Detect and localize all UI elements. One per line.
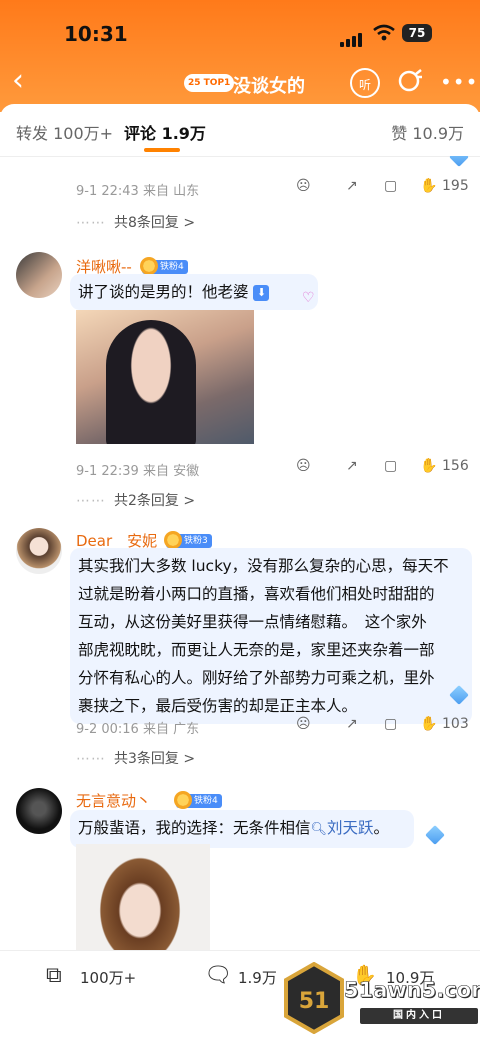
topic-title[interactable]: 没谈女的 [233,72,305,98]
comment-bubble: 万般蜚语，我的选择：无条件相信🔍︎刘天跃。 [70,810,414,848]
search-icon: 🔍︎ [310,822,328,837]
watermark-logo: 51 [284,962,344,1034]
emoji-icon[interactable]: ☹ [296,716,311,732]
badge-diamond-icon [449,156,469,167]
bottom-forward-button[interactable]: ⧉ 100万+ [46,963,166,993]
comment-text: 万般蜚语，我的选择：无条件相信 [78,819,311,837]
fan-badge: 铁粉4 [140,257,188,275]
comment-meta: 9-1 22:43 来自 山东 [76,184,200,199]
photo-subject [94,850,186,950]
comment-text-line: 其实我们大多数 lucky，没有那么复杂的心思，每天不 [78,557,449,575]
comment-meta: 9-1 22:39 来自 安徽 [76,464,200,479]
comment-icon[interactable]: ▢ [384,458,397,474]
status-time: 10:31 [64,22,128,46]
forward-icon[interactable]: ↗ [346,178,358,194]
comment-text-line: 部虎视眈眈，而更让人无奈的是，家里还夹杂着一部 [78,641,435,659]
comment-icon: 🗨︎ [204,963,232,988]
tab-indicator [144,148,180,152]
comment-text: 讲了谈的是男的！他老婆 [78,283,249,301]
watermark-sub: 国内入口 [360,1008,478,1024]
watermark-logo-text: 51 [299,989,330,1014]
mention-link[interactable]: 刘天跃 [327,819,374,837]
replies-link[interactable]: ⋯⋯ 共3条回复 > [76,748,195,768]
like-count: 195 [442,178,469,194]
comment-username[interactable]: 无言意动丶 [76,790,151,811]
fan-badge: 铁粉3 [164,531,212,549]
heart-icon: ♡ [302,290,315,306]
replies-count: 共3条回复 > [114,751,196,767]
avatar[interactable] [16,528,62,574]
nav-bar: ‹ 25 TOP1 没谈女的 听 ••• [0,62,480,104]
comment-list: 9-1 22:43 来自 山东 ☹ ↗ ▢ ✋ 195 ⋯⋯ 共8条回复 > 洋啾… [0,156,480,950]
header: 10:31 75 ‹ 25 TOP1 没谈女的 听 ••• [0,0,480,112]
comment-text-line: 过就是盼着小两口的直播，喜欢看他们相处时甜甜的 [78,585,435,603]
like-icon[interactable]: ✋ [420,178,437,194]
topic-badge: 25 TOP1 [184,74,235,92]
down-arrow-icon: ⬇ [253,284,270,301]
tab-comments[interactable]: 评论 1.9万 [124,120,206,144]
replies-count: 共8条回复 > [114,215,196,231]
comment-image[interactable] [76,310,254,444]
comment-image[interactable] [76,844,210,950]
comment-bubble: 其实我们大多数 lucky，没有那么复杂的心思，每天不 过就是盼着小两口的直播，… [70,548,472,724]
comment-actions: ☹ ↗ ▢ ✋ 103 [296,716,469,738]
battery-icon: 75 [402,24,432,42]
replies-link[interactable]: ⋯⋯ 共2条回复 > [76,490,195,510]
watermark-site: 51awn5.com [344,978,480,1003]
comment-icon[interactable]: ▢ [384,178,397,194]
forward-icon[interactable]: ↗ [346,716,358,732]
signal-icon [340,28,364,47]
bottom-comment-count: 1.9万 [238,969,277,987]
forward-icon: ⧉ [46,963,62,988]
like-icon[interactable]: ✋ [420,458,437,474]
avatar[interactable] [16,252,62,298]
listen-icon[interactable]: 听 [350,68,380,98]
comment-bubble: 讲了谈的是男的！他老婆 ⬇ [70,274,318,310]
like-icon[interactable]: ✋ [420,716,437,732]
bottom-comment-button[interactable]: 🗨︎ 1.9万 [204,963,294,993]
emoji-icon[interactable]: ☹ [296,458,311,474]
comment-text-line: 互动，从这份美好里获得一点情绪慰藉。 这个家外 [78,613,427,631]
forward-icon[interactable]: ↗ [346,458,358,474]
back-icon[interactable]: ‹ [12,66,24,96]
like-count: 156 [442,458,469,474]
avatar[interactable] [16,788,62,834]
tab-likes[interactable]: 赞 10.9万 [391,120,464,144]
watermark: 51 51awn5.com 国内入口 [282,958,480,1042]
share-icon[interactable] [396,68,424,96]
tab-bar: 转发 100万+ 评论 1.9万 赞 10.9万 [0,104,480,157]
emoji-icon[interactable]: ☹ [296,178,311,194]
wifi-icon [373,24,395,41]
comment-icon[interactable]: ▢ [384,716,397,732]
bottom-forward-count: 100万+ [80,969,137,987]
fan-badge: 铁粉4 [174,791,222,809]
badge-diamond-icon [425,825,445,845]
comment-sheet: 转发 100万+ 评论 1.9万 赞 10.9万 9-1 22:43 来自 山东… [0,104,480,950]
comment-text-suffix: 。 [373,819,390,837]
replies-link[interactable]: ⋯⋯ 共8条回复 > [76,212,195,232]
replies-count: 共2条回复 > [114,493,196,509]
like-count: 103 [442,716,469,732]
comment-actions: ☹ ↗ ▢ ✋ 156 [296,458,469,480]
comment-actions: ☹ ↗ ▢ ✋ 195 [296,178,469,200]
comment-text-line: 分怀有私心的人。刚好给了外部势力可乘之机，里外 [78,669,435,687]
photo-subject [106,320,196,444]
more-icon[interactable]: ••• [440,70,478,94]
comment-meta: 9-2 00:16 来自 广东 [76,722,200,737]
tab-forward[interactable]: 转发 100万+ [16,120,113,144]
status-bar: 10:31 75 [0,18,480,52]
